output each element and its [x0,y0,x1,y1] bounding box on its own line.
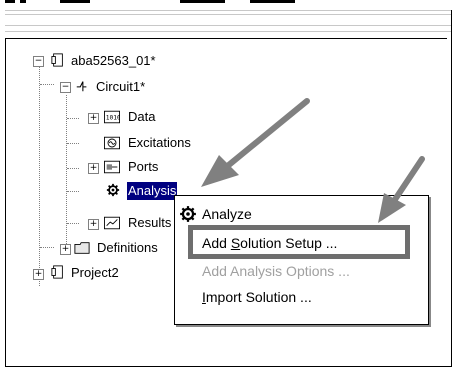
collapse-icon[interactable]: − [33,56,44,67]
expand-icon[interactable]: + [88,163,99,174]
toolbar-divider [5,25,452,26]
top-strip-fragment [5,0,15,3]
top-strip-fragment [250,0,295,3]
tree-node-circuit[interactable]: − Circuit1* [60,78,260,96]
expand-icon[interactable]: + [88,113,99,124]
tree-label-results: Results [128,215,172,230]
expand-icon[interactable]: + [33,269,44,280]
tree-line [40,247,54,248]
data-icon: 1010 [104,110,120,124]
tree-label-definitions: Definitions [97,240,158,255]
expand-icon[interactable]: + [60,244,71,255]
tree-label-project2: Project2 [71,265,119,280]
ports-icon [104,160,120,174]
tree-label-circuit: Circuit1* [96,79,146,94]
toolbar-divider [5,10,452,11]
menu-item-add-analysis-options[interactable]: Add Analysis Options ... [175,259,428,283]
panel-bottom-border [5,366,452,367]
top-strip [0,0,452,10]
top-strip-fragment [20,0,26,3]
collapse-icon[interactable]: − [60,82,71,93]
project-icon [51,53,63,67]
menu-item-import-solution[interactable]: Import Solution ... [175,285,428,309]
highlight-box [188,225,410,259]
tree-label-data: Data [128,109,156,124]
results-icon [104,216,120,230]
tree-label-ports: Ports [128,159,159,174]
svg-text:1010: 1010 [106,115,120,122]
toolbar-divider [5,31,452,32]
menu-item-label: Analyze [202,206,252,222]
expand-icon[interactable]: + [88,219,99,230]
top-strip-fragment [180,0,225,3]
tree-label-root: aba52563_01* [71,53,156,68]
tree-label-excitations: Excitations [128,135,191,150]
menu-item-label: Import Solution ... [202,289,312,305]
tree-line [67,191,79,192]
tree-line [67,118,79,119]
annotation-arrow-left [201,98,310,187]
tree-line [67,223,79,224]
toolbar-divider [5,14,452,15]
analyze-gear-icon [180,206,196,222]
tree-node-definitions[interactable]: + Definitions [60,239,174,257]
tree-line [67,143,79,144]
circuit-icon [76,81,87,92]
tree-line [39,66,40,286]
tree-label-analysis: Analysis [127,182,178,200]
folder-icon [74,242,90,254]
top-strip-fragment [60,0,90,3]
tree-node-results[interactable]: + Results [88,214,178,232]
annotation-arrow-right [378,156,425,223]
project-icon [51,265,63,279]
excitation-icon [104,136,120,150]
tree-line [67,168,79,169]
analysis-gear-icon [106,183,120,197]
tree-line [40,84,54,85]
menu-item-label: Add Analysis Options ... [202,263,350,279]
tree-node-root[interactable]: − aba52563_01* [33,52,233,70]
